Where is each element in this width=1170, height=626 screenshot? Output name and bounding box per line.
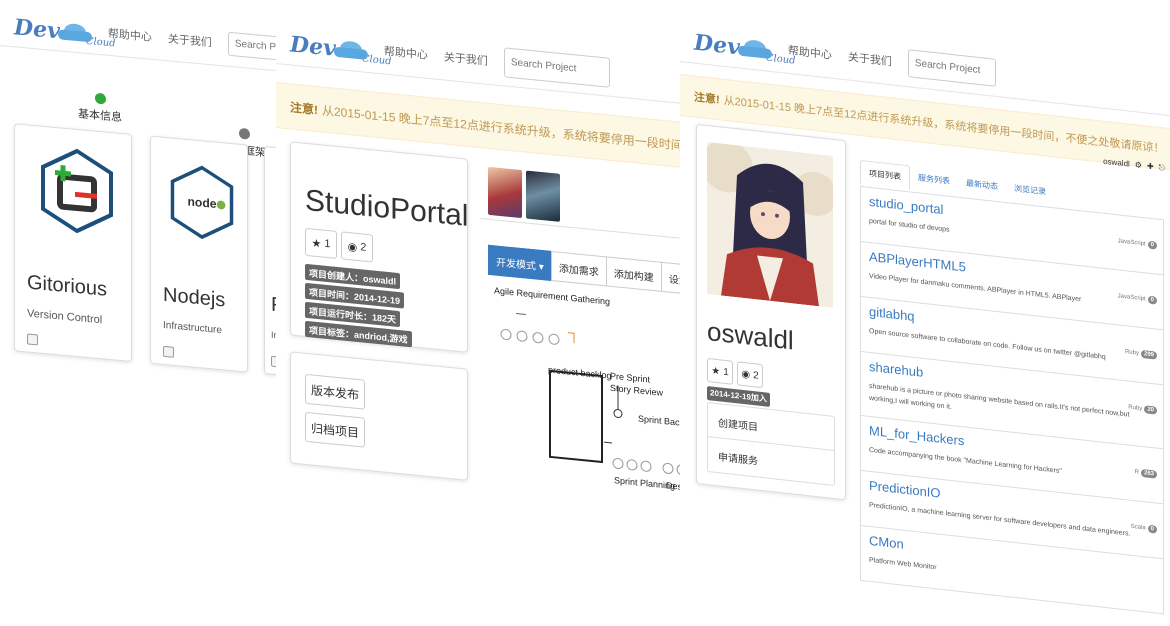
- settings-icon[interactable]: ⚙: [1135, 160, 1142, 171]
- alert-title: 注意!: [694, 91, 720, 107]
- watch-count: 2: [360, 241, 367, 254]
- repo-language-name: R: [1134, 469, 1139, 476]
- repo-count-badge: 263: [1140, 468, 1157, 479]
- tab-latest-activity[interactable]: 最新动态: [958, 171, 1006, 200]
- cloud-icon: Cloud: [58, 22, 116, 49]
- step-label: 基本信息: [78, 108, 122, 125]
- logo-cloud-text: Cloud: [361, 52, 392, 67]
- project-detail-page: Dev Cloud 帮助中心 关于我们 注意! 从2015-01-15 晚上7点…: [276, 0, 686, 531]
- profile-menu: 创建项目 申请服务: [707, 401, 835, 487]
- repo-count-badge: 0: [1147, 295, 1157, 305]
- project-summary-card: StudioPortal ★ 1 ◉ 2 项目创建人：oswaldl 项目时间：20…: [290, 141, 469, 353]
- logo-cloud-text: Cloud: [765, 51, 796, 67]
- user-menu-name[interactable]: oswaldl: [1103, 157, 1130, 170]
- logo-cloud-text: Cloud: [85, 35, 116, 50]
- eye-icon: ◉: [347, 240, 358, 254]
- step-active-dot-icon: [94, 92, 106, 105]
- cloud-icon: Cloud: [738, 38, 796, 66]
- tab-add-build[interactable]: 添加构建: [605, 256, 662, 292]
- release-version-button[interactable]: 版本发布: [305, 373, 365, 410]
- project-title: StudioPortal: [305, 183, 469, 233]
- service-type: Version Control: [27, 307, 103, 327]
- search-input[interactable]: [907, 48, 996, 87]
- nav-about[interactable]: 关于我们: [848, 48, 892, 69]
- logo[interactable]: Dev Cloud: [694, 23, 796, 66]
- star-count: 1: [324, 237, 331, 251]
- member-avatar[interactable]: [526, 170, 560, 222]
- tab-dev-mode[interactable]: 开发模式 ▾: [488, 244, 552, 282]
- navbar: Dev Cloud 帮助中心 关于我们: [0, 0, 290, 73]
- service-checkbox[interactable]: [27, 333, 38, 346]
- repo-language-name: Ruby: [1128, 404, 1143, 413]
- repo-count-badge: 20: [1144, 405, 1157, 415]
- nodejs-icon: node: [170, 165, 234, 240]
- cloud-icon: Cloud: [334, 39, 392, 67]
- service-type: Infrastructure: [163, 319, 222, 337]
- repo-count-badge: 0: [1147, 524, 1157, 534]
- repo-language-name: Ruby: [1124, 349, 1139, 357]
- star-count: 1: [723, 366, 729, 378]
- nav-about[interactable]: 关于我们: [168, 30, 212, 50]
- gitorious-icon: [41, 148, 113, 234]
- star-icon: ★: [311, 236, 322, 250]
- step-dot-icon: [238, 127, 250, 140]
- eye-icon: ◉: [741, 368, 751, 381]
- svg-text:node: node: [187, 194, 216, 211]
- service-card-gitorious[interactable]: Gitorious Version Control: [14, 123, 132, 363]
- search-input[interactable]: [503, 46, 610, 88]
- profile-avatar: [707, 141, 833, 308]
- logo-text: Dev: [694, 29, 740, 61]
- member-avatar[interactable]: [488, 166, 522, 219]
- watch-button[interactable]: ◉ 2: [341, 231, 373, 263]
- tab-service-list[interactable]: 服务列表: [910, 165, 958, 194]
- archive-project-button[interactable]: 归档项目: [305, 411, 365, 448]
- service-name: Nodejs: [163, 283, 226, 312]
- project-actions-card: 版本发布 归档项目: [290, 351, 468, 481]
- star-button[interactable]: ★ 1: [707, 357, 733, 385]
- service-select-page: Dev Cloud 帮助中心 关于我们 基本信息 开发框架 Gitorious: [0, 0, 290, 407]
- screenshot-composite: Dev Cloud 帮助中心 关于我们 基本信息 开发框架 Gitorious: [0, 0, 1170, 626]
- step-basic-info[interactable]: 基本信息: [78, 91, 122, 125]
- star-icon: ★: [711, 364, 721, 377]
- watch-count: 2: [753, 369, 759, 382]
- logo[interactable]: Dev Cloud: [14, 8, 116, 49]
- user-profile-page: Dev Cloud 帮助中心 关于我们 注意! 从2015-01-15 晚上7点…: [680, 0, 1170, 626]
- star-button[interactable]: ★ 1: [305, 227, 337, 259]
- service-card-nodejs[interactable]: node Nodejs Infrastructure: [150, 135, 248, 373]
- tab-project-list[interactable]: 项目列表: [860, 159, 910, 190]
- repo-language-name: Scala: [1130, 523, 1146, 532]
- repo-count-badge: 299: [1140, 349, 1157, 360]
- plus-icon[interactable]: ✚: [1147, 162, 1154, 173]
- service-name: Gitorious: [27, 271, 108, 301]
- nav-about[interactable]: 关于我们: [444, 48, 488, 68]
- avatar-illustration: [707, 141, 833, 308]
- service-checkbox[interactable]: [163, 345, 174, 358]
- divider: [480, 218, 686, 240]
- logo-text: Dev: [14, 13, 60, 44]
- logo[interactable]: Dev Cloud: [290, 25, 392, 67]
- agile-flow-diagram: [500, 313, 686, 476]
- tab-add-requirement[interactable]: 添加需求: [550, 250, 607, 287]
- profile-username: oswaldl: [707, 315, 794, 356]
- tab-browse-history[interactable]: 浏览记录: [1006, 176, 1054, 205]
- logout-icon[interactable]: ⎋: [1159, 163, 1165, 174]
- watch-button[interactable]: ◉ 2: [737, 361, 763, 389]
- repo-count-badge: 0: [1147, 240, 1157, 250]
- profile-card: oswaldl ★ 1 ◉ 2 2014-12-19加入 创建项目 申请服务: [696, 123, 846, 501]
- repo-list: studio_portal portal for studio of devop…: [860, 185, 1164, 615]
- alert-title: 注意!: [290, 99, 318, 117]
- logo-text: Dev: [290, 30, 336, 62]
